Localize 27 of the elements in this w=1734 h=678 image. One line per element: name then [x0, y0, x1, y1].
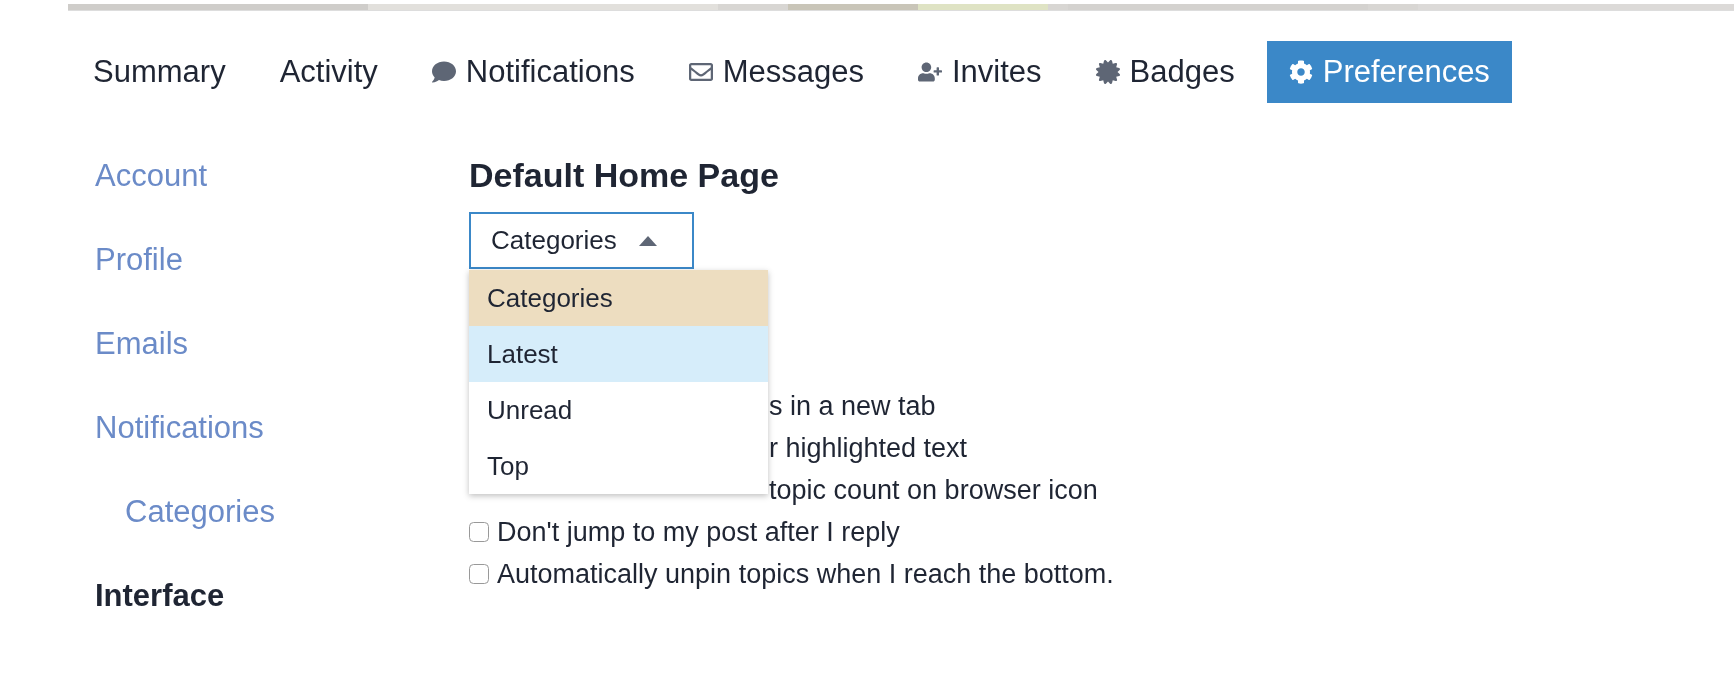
option-label: topic count on browser icon — [769, 474, 1098, 506]
dropdown-option[interactable]: Unread — [469, 382, 768, 438]
settings-icon — [1288, 60, 1313, 84]
nav-tab[interactable]: Preferences — [1266, 41, 1512, 103]
nav-tab[interactable]: Activity — [257, 41, 400, 103]
add-user-icon — [918, 60, 942, 84]
option-label: r highlighted text — [769, 432, 968, 464]
nav-tab[interactable]: Messages — [666, 41, 886, 103]
section-heading: Default Home Page — [469, 156, 780, 196]
dropdown-option[interactable]: Categories — [469, 270, 768, 326]
dropdown-option[interactable]: Latest — [469, 326, 768, 382]
dropdown-option[interactable]: Top — [469, 438, 768, 494]
nav-tab[interactable]: Notifications — [409, 41, 657, 103]
home-page-select[interactable]: Categories — [469, 212, 694, 269]
envelope-icon — [688, 60, 713, 84]
speech-bubble-icon — [431, 60, 456, 84]
checkbox[interactable] — [469, 564, 489, 584]
checkbox[interactable] — [469, 522, 489, 542]
badge-icon — [1095, 60, 1120, 84]
option-label: s in a new tab — [769, 390, 936, 422]
nav-tab[interactable]: Badges — [1073, 41, 1257, 103]
caret-icon — [638, 235, 657, 246]
nav-tab[interactable]: Invites — [896, 41, 1064, 103]
sidebar-item[interactable]: Interface — [95, 554, 225, 638]
option-label: Don't jump to my post after I reply — [497, 516, 900, 548]
nav-tab[interactable]: Summary — [71, 41, 248, 103]
option-label: Automatically unpin topics when I reach the bottom. — [497, 558, 1114, 590]
